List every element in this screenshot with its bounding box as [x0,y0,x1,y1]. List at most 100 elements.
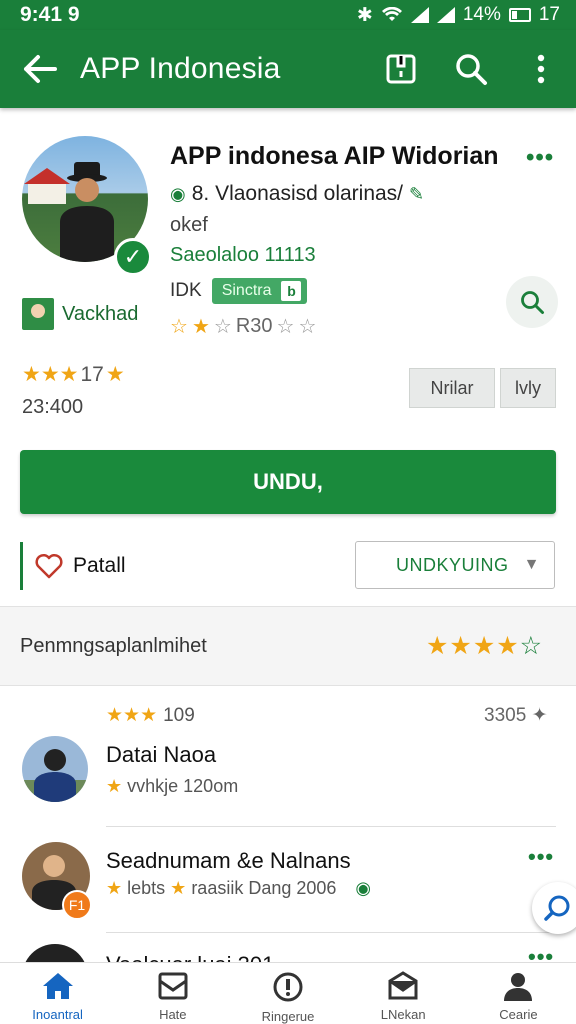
review-item[interactable]: Vaalcuar luai 301 ••• [0,944,576,964]
star-icon: ★ [191,316,210,338]
secondary-button-2[interactable]: lvly [500,368,556,408]
status-badge-label: Sinctra [221,282,272,299]
arrow-left-icon [24,55,57,83]
bottom-navigation: Inoantral Hate Ringerue LNekan Cearie [0,962,576,1024]
nav-label: Hate [159,1007,187,1022]
dropdown-label: UNDKYUING [396,554,509,575]
download-count: 23:400 [22,396,84,418]
star-icon: ★★★ [106,705,158,726]
install-button[interactable]: UNDU, [20,450,556,514]
review-subline: ★ vvhkje 120om [106,776,238,797]
nav-label: Inoantral [32,1007,83,1022]
nav-item-home[interactable]: Inoantral [0,963,115,1024]
overflow-menu-button[interactable] [506,30,576,108]
review-meta: ★★★ 109 [106,704,195,727]
app-subtitle: okef [170,214,208,236]
back-button[interactable] [0,30,80,108]
nav-item-profile[interactable]: Cearie [461,963,576,1024]
rating-line: ☆ ★ ☆ R30 ☆ ☆ [170,314,316,339]
chevron-down-icon: ▼ [523,556,540,573]
reviewer-photo-icon [22,736,88,802]
arrow-right-icon: ✦ [531,705,548,726]
reviewer-name: Seadnumam &e Nalnans [106,848,351,873]
divider [106,826,556,827]
wifi-icon [381,7,402,21]
star-icon: ★ [105,363,125,386]
developer-thumbnail [22,298,54,330]
more-vert-icon [537,54,545,84]
search-icon [456,54,487,85]
person-icon [504,973,533,1001]
star-icon: ☆ [170,316,188,338]
nav-item-mail[interactable]: LNekan [346,963,461,1024]
battery-icon [508,8,531,22]
reviewer-avatar [22,944,88,964]
review-sub-left: lebts [127,878,166,898]
reviewer-badge: F1 [62,890,92,920]
badge-prefix: IDK [170,280,202,301]
developer-line[interactable]: ◉ 8. Vlaonasisd olarinas/ ✎ [170,182,424,206]
verified-badge-icon: ✓ [114,238,152,276]
inbox-icon [158,972,188,1000]
floating-search-button[interactable] [532,882,576,934]
badge-row: IDK Sinctra b [170,278,308,304]
developer-chip[interactable]: Vackhad [22,298,138,330]
section-rating: ★★★★☆ [426,631,543,661]
status-icons: ✱ 14% 17 [357,4,560,27]
review-count: 109 [163,704,195,726]
edit-icon: ✎ [409,183,425,204]
search-button[interactable] [436,30,506,108]
status-time: 9:41 9 [20,3,80,26]
mail-icon [388,971,418,1000]
review-more-button[interactable]: ••• [528,944,554,964]
info-icon [273,972,303,1002]
info-circle-icon: ◉ [355,878,372,898]
star-icon: ★ [170,878,187,898]
reviews-section-header: Penmngsaplanlmihet ★★★★☆ [0,606,576,686]
zoom-search-button[interactable] [506,276,558,328]
star-outline-icon: ☆ [298,316,317,338]
rating-text: R30 [235,315,273,337]
signal-icon-2 [436,7,455,23]
home-icon [42,973,73,999]
status-bar: 9:41 9 ✱ 14% 17 [0,0,576,30]
app-title: APP indonesa AIP Widorian [170,142,499,170]
star-icon: ★ [106,776,123,796]
app-bar: APP Indonesia [0,30,576,108]
badge-box-icon: b [281,281,302,301]
nav-label: Ringerue [261,1009,315,1024]
review-item[interactable]: Datai Naoa ★ vvhkje 120om [0,736,576,836]
review-meta-right-value: 3305 [484,705,527,726]
rating-summary: ★★★ 17 ★ [22,362,125,387]
nav-item-inbox[interactable]: Hate [115,963,230,1024]
review-date: vvhkje 120om [127,776,239,796]
section-title: Penmngsaplanlmihet [20,635,207,657]
review-item[interactable]: F1 Seadnumam &e Nalnans ••• ★ lebts ★ ra… [0,842,576,942]
battery-percent: 14% [462,4,501,25]
reviewer-name: Datai Naoa [106,742,217,767]
wishlist-button[interactable]: Patall [20,542,126,590]
app-bar-title: APP Indonesia [80,52,281,85]
open-in-app-button[interactable] [366,30,436,108]
heart-icon [35,553,63,579]
app-package: Saeolaloo 11113 [170,244,316,266]
review-meta-right[interactable]: 3305 ✦ [484,704,547,727]
signal-icon [410,7,429,23]
wishlist-label: Patall [73,554,126,577]
review-sub-right: raasiik Dang 2006 [191,878,337,898]
star-icon: ★★★ [22,363,79,386]
review-more-button[interactable]: ••• [528,844,554,870]
reviewer-avatar [22,736,88,802]
nav-label: Cearie [499,1007,538,1022]
nav-item-info[interactable]: Ringerue [230,963,345,1024]
status-badge[interactable]: Sinctra b [211,278,308,304]
nav-label: LNekan [380,1007,426,1022]
review-subline: ★ lebts ★ raasiik Dang 2006 ◉ [106,878,371,899]
app-more-button[interactable]: ••• [526,144,554,172]
rating-big-value: 17 [80,362,104,386]
star-outline-icon: ☆ [213,316,232,338]
version-dropdown[interactable]: UNDKYUING ▼ [355,541,555,589]
divider [106,932,556,933]
person-photo-icon [60,162,114,262]
secondary-button-1[interactable]: Nrilar [409,368,495,408]
